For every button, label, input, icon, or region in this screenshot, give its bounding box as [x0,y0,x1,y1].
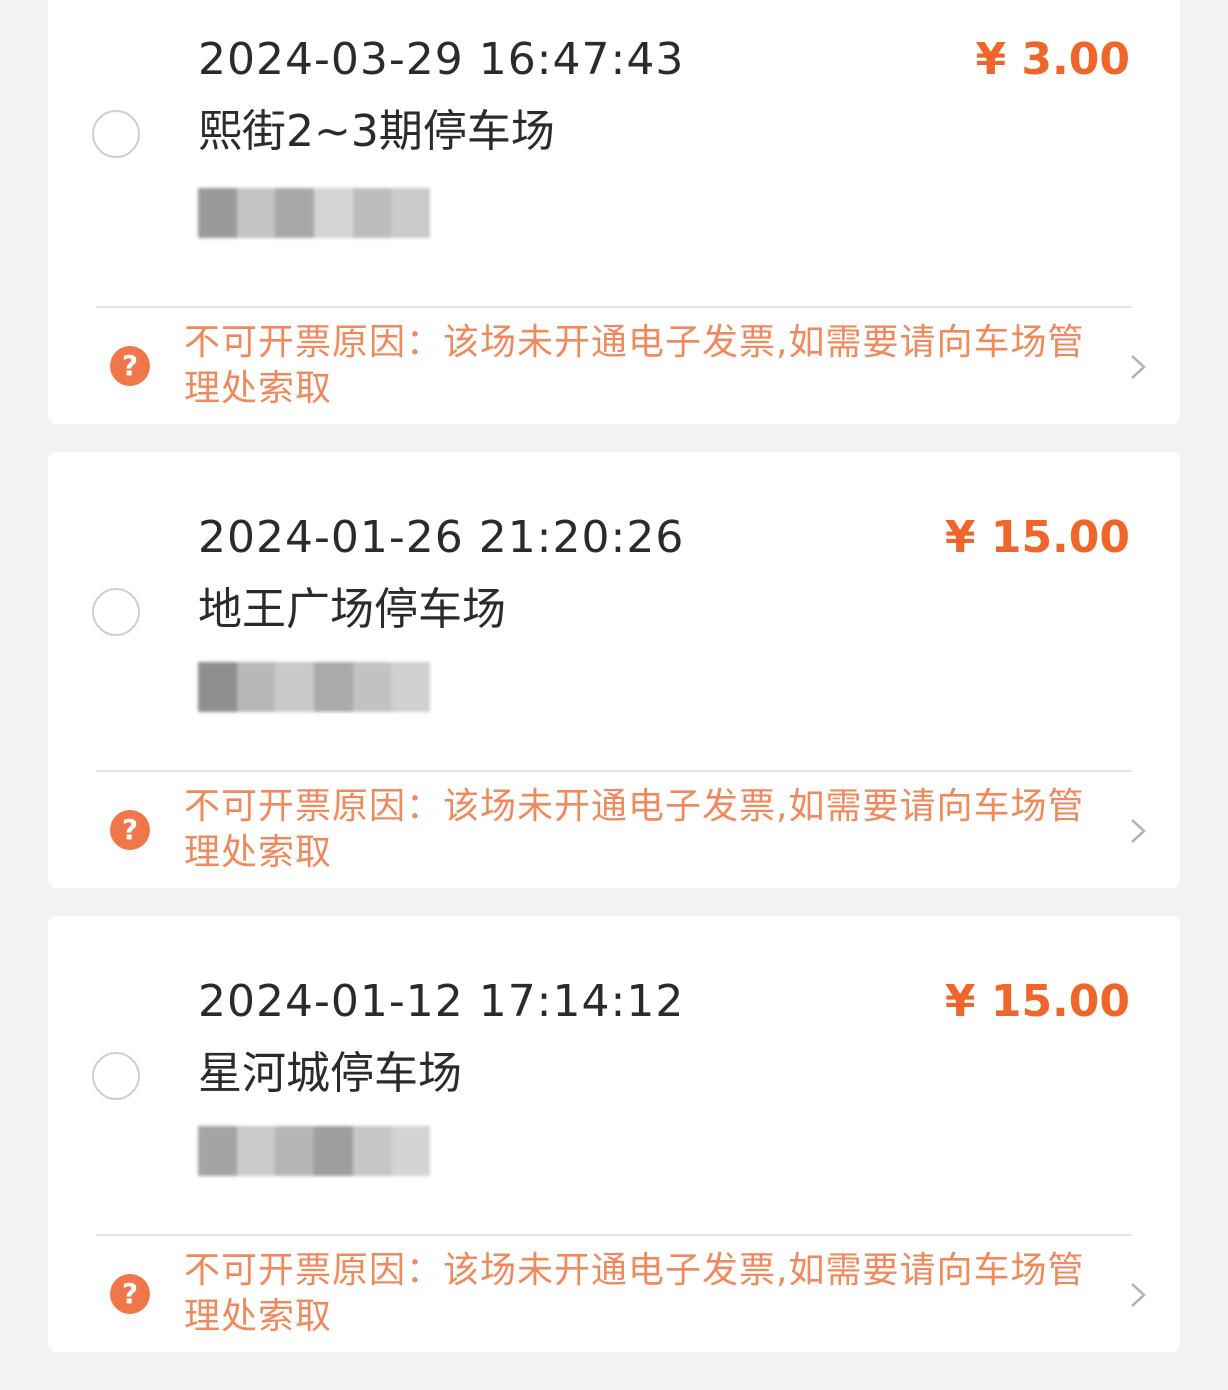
record-card: 2024-01-12 17:14:12 ¥ 15.00 星河城停车场 ? 不可开… [48,916,1180,1352]
record-card: 2024-03-29 16:47:43 ¥ 3.00 熙街2~3期停车场 ? 不… [48,0,1180,424]
divider [96,1234,1132,1236]
parking-lot-name: 星河城停车场 [198,1048,462,1099]
record-datetime: 2024-03-29 16:47:43 [198,34,685,85]
select-radio[interactable] [92,1052,140,1100]
record-datetime: 2024-01-12 17:14:12 [198,976,685,1027]
blurred-plate-number [198,1126,431,1176]
select-radio[interactable] [92,588,140,636]
record-price: ¥ 3.00 [975,34,1131,85]
record-card: 2024-01-26 21:20:26 ¥ 15.00 地王广场停车场 ? 不可… [48,452,1180,888]
invoice-reason-row[interactable]: ? 不可开票原因：该场未开通电子发票,如需要请向车场管理处索取 [96,784,1150,880]
blurred-plate-number [198,662,431,712]
invoice-record-list: 2024-03-29 16:47:43 ¥ 3.00 熙街2~3期停车场 ? 不… [0,0,1228,1390]
divider [96,770,1132,772]
record-price: ¥ 15.00 [944,512,1130,563]
select-radio[interactable] [92,110,140,158]
chevron-right-icon [1131,819,1146,843]
divider [96,306,1132,308]
record-datetime: 2024-01-26 21:20:26 [198,512,685,563]
chevron-right-icon [1131,355,1146,379]
invoice-reason-row[interactable]: ? 不可开票原因：该场未开通电子发票,如需要请向车场管理处索取 [96,320,1150,416]
parking-lot-name: 地王广场停车场 [198,584,506,635]
help-circle-icon: ? [110,346,150,386]
invoice-reason-text: 不可开票原因：该场未开通电子发票,如需要请向车场管理处索取 [184,322,1085,409]
help-circle-icon: ? [110,1274,150,1314]
help-circle-icon: ? [110,810,150,850]
invoice-reason-text: 不可开票原因：该场未开通电子发票,如需要请向车场管理处索取 [184,786,1085,873]
invoice-reason-text: 不可开票原因：该场未开通电子发票,如需要请向车场管理处索取 [184,1250,1085,1337]
invoice-reason-row[interactable]: ? 不可开票原因：该场未开通电子发票,如需要请向车场管理处索取 [96,1248,1150,1344]
blurred-plate-number [198,188,431,238]
parking-lot-name: 熙街2~3期停车场 [198,106,555,157]
record-price: ¥ 15.00 [944,976,1130,1027]
chevron-right-icon [1131,1283,1146,1307]
